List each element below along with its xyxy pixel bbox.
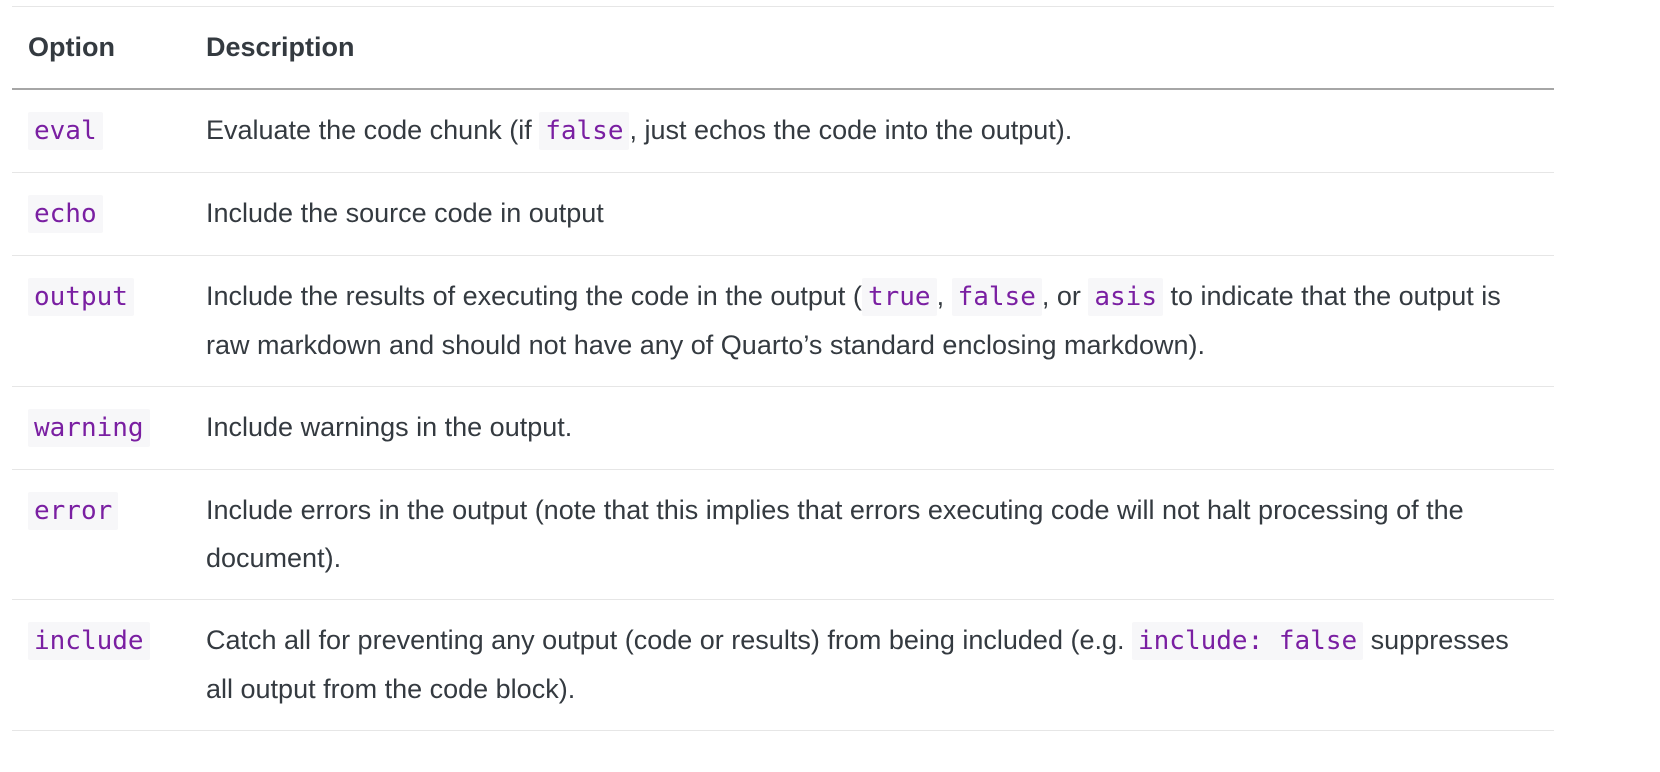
option-cell: output bbox=[12, 255, 190, 387]
option-name: include bbox=[28, 622, 150, 660]
option-cell: include bbox=[12, 599, 190, 731]
description-cell: Catch all for preventing any output (cod… bbox=[190, 599, 1554, 731]
table-row: output Include the results of executing t… bbox=[12, 255, 1554, 387]
inline-code: false bbox=[951, 278, 1042, 316]
description-text: Include the results of executing the cod… bbox=[206, 281, 862, 311]
option-cell: eval bbox=[12, 89, 190, 173]
description-text: Evaluate the code chunk (if bbox=[206, 115, 540, 145]
description-cell: Include errors in the output (note that … bbox=[190, 469, 1554, 600]
description-text: , just echos the code into the output). bbox=[629, 115, 1073, 145]
option-name: error bbox=[28, 492, 119, 530]
inline-code: true bbox=[861, 278, 937, 316]
option-cell: warning bbox=[12, 386, 190, 470]
description-cell: Include warnings in the output. bbox=[190, 386, 1554, 470]
description-text: Include errors in the output (note that … bbox=[206, 495, 1464, 573]
description-cell: Include the results of executing the cod… bbox=[190, 255, 1554, 387]
option-name: output bbox=[28, 278, 134, 316]
description-cell: Evaluate the code chunk (if false, just … bbox=[190, 89, 1554, 173]
table-row: include Catch all for preventing any outp… bbox=[12, 599, 1554, 731]
description-text: Include the source code in output bbox=[206, 198, 604, 228]
table-header: Option Description bbox=[12, 6, 1554, 90]
table-row: echo Include the source code in output bbox=[12, 172, 1554, 256]
table-row: eval Evaluate the code chunk (if false, j… bbox=[12, 89, 1554, 173]
option-name: eval bbox=[28, 112, 103, 150]
option-name: echo bbox=[28, 195, 103, 233]
option-cell: echo bbox=[12, 172, 190, 256]
options-table-container: Option Description eval Evaluate the code… bbox=[12, 6, 1554, 731]
header-row: Option Description bbox=[12, 6, 1554, 90]
description-text: Include warnings in the output. bbox=[206, 412, 573, 442]
option-cell: error bbox=[12, 469, 190, 600]
header-description: Description bbox=[190, 6, 1554, 90]
inline-code: include: false bbox=[1132, 622, 1364, 660]
description-text: , or bbox=[1041, 281, 1089, 311]
table-body: eval Evaluate the code chunk (if false, j… bbox=[12, 89, 1554, 731]
header-option: Option bbox=[12, 6, 190, 90]
inline-code: asis bbox=[1088, 278, 1163, 316]
table-row: error Include errors in the output (note … bbox=[12, 469, 1554, 600]
description-cell: Include the source code in output bbox=[190, 172, 1554, 256]
option-name: warning bbox=[28, 409, 150, 447]
inline-code: false bbox=[539, 112, 630, 150]
table-row: warning Include warnings in the output. bbox=[12, 386, 1554, 470]
options-table: Option Description eval Evaluate the code… bbox=[12, 6, 1554, 731]
description-text: Catch all for preventing any output (cod… bbox=[206, 625, 1132, 655]
description-text: , bbox=[936, 281, 952, 311]
